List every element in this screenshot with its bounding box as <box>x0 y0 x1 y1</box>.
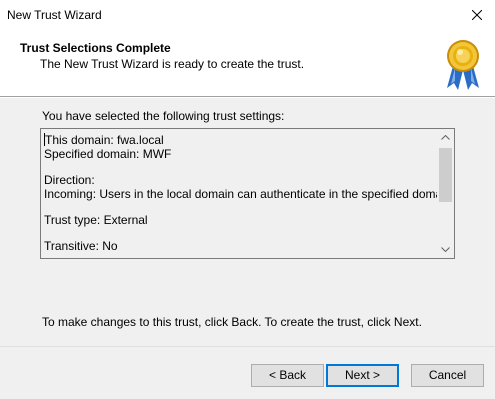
scroll-up-button[interactable] <box>437 129 454 146</box>
chevron-down-icon <box>441 247 450 252</box>
settings-line-this-domain: This domain: fwa.local <box>44 133 436 147</box>
cancel-button[interactable]: Cancel <box>411 364 484 387</box>
chevron-up-icon <box>441 135 450 140</box>
settings-line-trust-type: Trust type: External <box>44 213 148 227</box>
settings-gap <box>44 161 436 173</box>
instruction-text: To make changes to this trust, click Bac… <box>42 315 422 329</box>
title-bar: New Trust Wizard <box>0 0 495 30</box>
trust-settings-content: This domain: fwa.local Specified domain:… <box>44 133 455 253</box>
close-icon <box>472 10 482 20</box>
vertical-scrollbar[interactable] <box>437 129 454 258</box>
intro-text: You have selected the following trust se… <box>42 109 285 123</box>
new-trust-wizard-window: New Trust Wizard Trust Selections Comple… <box>0 0 495 399</box>
settings-gap <box>44 227 436 239</box>
settings-line-text: This domain: fwa.local <box>45 133 164 147</box>
header-divider-highlight <box>0 97 495 98</box>
wizard-header: Trust Selections Complete The New Trust … <box>0 30 495 96</box>
award-badge-icon <box>447 40 479 90</box>
settings-line-transitive: Transitive: No <box>44 239 118 253</box>
page-subtitle: The New Trust Wizard is ready to create … <box>40 57 305 71</box>
settings-line-specified-domain: Specified domain: MWF <box>44 147 172 161</box>
button-area-divider <box>0 346 495 347</box>
scroll-thumb[interactable] <box>439 148 452 202</box>
back-button[interactable]: < Back <box>251 364 324 387</box>
window-title: New Trust Wizard <box>7 8 102 22</box>
page-title: Trust Selections Complete <box>20 41 171 55</box>
settings-line-direction: Direction: <box>44 173 95 187</box>
settings-line-incoming: Incoming: Users in the local domain can … <box>44 187 455 201</box>
settings-gap <box>44 201 436 213</box>
scroll-down-button[interactable] <box>437 241 454 258</box>
trust-settings-textbox[interactable]: This domain: fwa.local Specified domain:… <box>40 128 455 259</box>
close-button[interactable] <box>459 0 495 30</box>
next-button[interactable]: Next > <box>326 364 399 387</box>
